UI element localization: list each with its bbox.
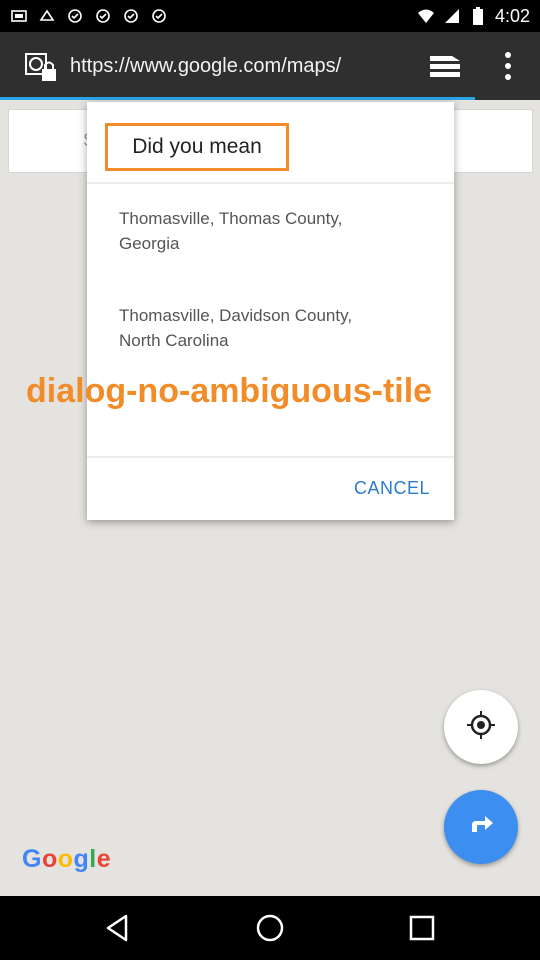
browser-toolbar: https://www.google.com/maps/ bbox=[0, 32, 540, 100]
annotation-label: dialog-no-ambiguous-tile bbox=[26, 372, 433, 410]
dialog-title: Did you mean bbox=[105, 123, 289, 171]
google-logo: Google bbox=[22, 845, 112, 873]
dialog-option-thomas-county[interactable]: Thomasville, Thomas County, Georgia bbox=[87, 206, 454, 256]
battery-icon bbox=[469, 7, 487, 25]
system-indicators: 4:02 bbox=[417, 0, 530, 32]
page-load-progress bbox=[0, 97, 475, 100]
system-nav-bar bbox=[0, 896, 540, 960]
notification-icon bbox=[66, 7, 84, 25]
home-icon[interactable] bbox=[252, 910, 288, 946]
site-info-icon[interactable] bbox=[24, 52, 60, 84]
status-time: 4:02 bbox=[494, 5, 530, 26]
notification-icon bbox=[94, 7, 112, 25]
recents-icon[interactable] bbox=[404, 910, 440, 946]
my-location-icon bbox=[465, 709, 497, 746]
dialog-divider bbox=[87, 182, 454, 184]
cell-signal-icon bbox=[443, 7, 461, 25]
notification-icon bbox=[10, 7, 28, 25]
option-line: Thomasville, Davidson County, bbox=[119, 306, 353, 325]
option-line: Thomasville, Thomas County, bbox=[119, 209, 343, 228]
notification-icon bbox=[122, 7, 140, 25]
dialog-option-davidson-county[interactable]: Thomasville, Davidson County, North Caro… bbox=[87, 303, 454, 353]
directions-button[interactable] bbox=[444, 790, 518, 864]
back-icon[interactable] bbox=[100, 910, 136, 946]
tabs-icon[interactable] bbox=[428, 50, 462, 82]
option-line: North Carolina bbox=[119, 331, 229, 350]
notification-icon bbox=[38, 7, 56, 25]
status-bar: 4:02 bbox=[0, 0, 540, 32]
dialog-divider bbox=[87, 456, 454, 458]
option-line: Georgia bbox=[119, 234, 180, 253]
notification-icon bbox=[150, 7, 168, 25]
cancel-button[interactable]: CANCEL bbox=[354, 478, 430, 499]
directions-icon bbox=[466, 810, 496, 845]
overflow-menu-icon[interactable] bbox=[496, 50, 520, 82]
did-you-mean-dialog: Did you mean Thomasville, Thomas County,… bbox=[87, 102, 454, 520]
notification-icons bbox=[10, 0, 168, 32]
wifi-icon bbox=[417, 7, 435, 25]
my-location-button[interactable] bbox=[444, 690, 518, 764]
url-field[interactable]: https://www.google.com/maps/ bbox=[70, 50, 402, 82]
